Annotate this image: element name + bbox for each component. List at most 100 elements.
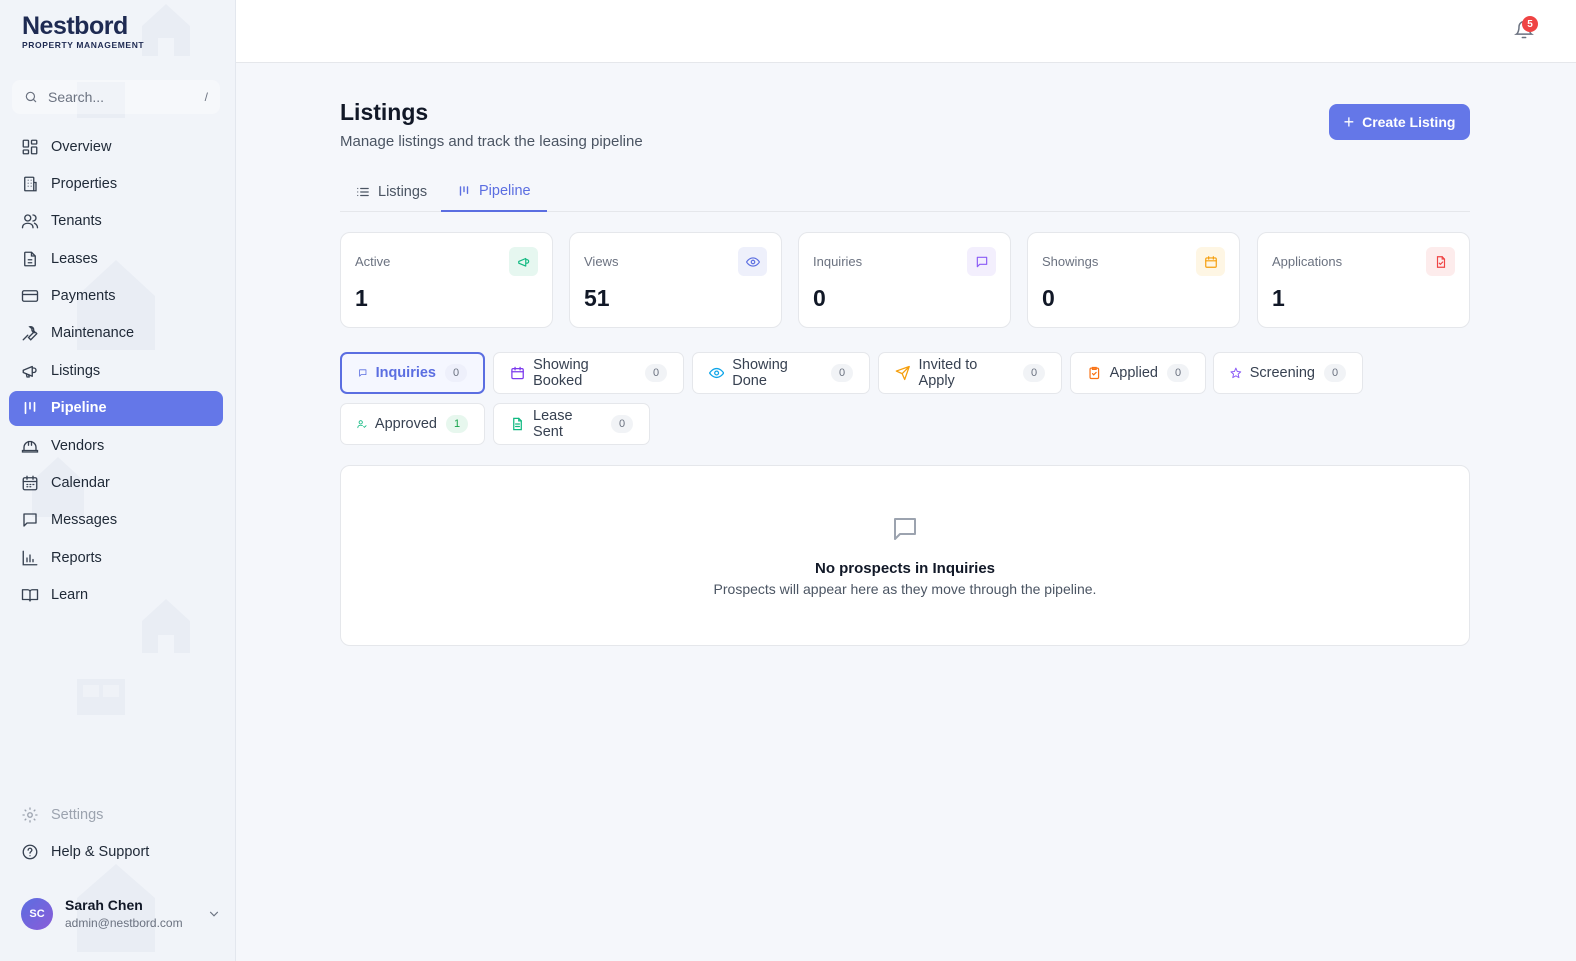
tab-listings[interactable]: Listings bbox=[340, 171, 443, 212]
file-text-icon bbox=[513, 417, 522, 431]
sidebar-item-label: Payments bbox=[51, 288, 116, 305]
tab-label: Pipeline bbox=[479, 182, 531, 199]
sidebar-item-label: Maintenance bbox=[51, 325, 135, 342]
stage-count: 1 bbox=[446, 415, 468, 433]
sidebar-item-properties[interactable]: Properties bbox=[9, 166, 223, 201]
book-icon bbox=[21, 589, 39, 602]
sidebar-item-listings[interactable]: Listings bbox=[9, 353, 223, 388]
stage-count: 0 bbox=[831, 364, 853, 382]
kanban-icon bbox=[24, 402, 36, 415]
stage-chip-screening[interactable]: Screening 0 bbox=[1213, 352, 1363, 394]
top-bar: 5 bbox=[236, 0, 1576, 63]
stat-card-views: Views 51 bbox=[569, 232, 782, 328]
plus-icon: + bbox=[1343, 112, 1355, 132]
sidebar-item-label: Listings bbox=[51, 362, 101, 379]
message-icon bbox=[359, 369, 367, 377]
sidebar-item-reports[interactable]: Reports bbox=[9, 540, 223, 575]
sidebar-item-help[interactable]: Help & Support bbox=[9, 834, 223, 869]
file-icon bbox=[1426, 247, 1455, 276]
send-icon bbox=[895, 365, 910, 381]
chevron-down-icon[interactable] bbox=[207, 907, 221, 921]
help-circle-icon bbox=[22, 844, 38, 860]
tab-label: Listings bbox=[378, 183, 428, 200]
stat-label: Showings bbox=[1042, 254, 1099, 269]
stage-count: 0 bbox=[645, 364, 667, 382]
sidebar-item-label: Tenants bbox=[51, 213, 102, 230]
stage-label: Applied bbox=[1109, 365, 1158, 381]
users-icon bbox=[21, 214, 39, 229]
avatar: SC bbox=[21, 897, 53, 930]
grid-icon bbox=[22, 139, 38, 154]
view-tabs: Listings Pipeline bbox=[340, 171, 1470, 212]
sidebar-item-payments[interactable]: Payments bbox=[9, 279, 223, 314]
stat-card-applications: Applications 1 bbox=[1257, 232, 1470, 328]
eye-icon bbox=[738, 247, 767, 276]
sidebar-item-maintenance[interactable]: Maintenance bbox=[9, 316, 223, 351]
empty-state-title: No prospects in Inquiries bbox=[814, 560, 996, 577]
stage-label: Showing Booked bbox=[533, 357, 589, 389]
sidebar-item-messages[interactable]: Messages bbox=[9, 503, 223, 538]
eye-icon bbox=[709, 367, 725, 379]
user-menu[interactable]: SC Sarah Chen admin@nestbord.com bbox=[21, 897, 221, 930]
search-icon bbox=[25, 91, 37, 103]
sidebar-item-vendors[interactable]: Vendors bbox=[9, 428, 223, 463]
stat-value: 0 bbox=[813, 285, 826, 311]
sidebar-item-pipeline[interactable]: Pipeline bbox=[9, 390, 223, 426]
stage-chip-showing-booked[interactable]: Showing Booked 0 bbox=[493, 352, 684, 394]
bar-chart-icon bbox=[22, 550, 38, 566]
stat-label: Active bbox=[355, 254, 391, 269]
sidebar-item-label: Help & Support bbox=[51, 843, 150, 860]
calendar-icon bbox=[22, 475, 38, 491]
building-icon bbox=[24, 176, 37, 192]
empty-state-subtitle: Prospects will appear here as they move … bbox=[713, 581, 1097, 597]
search-input[interactable]: Search... / bbox=[12, 80, 220, 114]
sidebar-item-label: Reports bbox=[51, 549, 102, 566]
sidebar-item-tenants[interactable]: Tenants bbox=[9, 204, 223, 239]
stage-chip-inquiries[interactable]: Inquiries 0 bbox=[340, 352, 485, 394]
sidebar-item-label: Learn bbox=[51, 587, 89, 604]
stage-count: 0 bbox=[445, 364, 467, 382]
stage-count: 0 bbox=[611, 415, 633, 433]
kanban-icon bbox=[459, 185, 469, 196]
stat-label: Applications bbox=[1272, 254, 1343, 269]
stat-value: 51 bbox=[584, 285, 610, 311]
page-subtitle: Manage listings and track the leasing pi… bbox=[340, 133, 643, 150]
user-check-icon bbox=[357, 420, 367, 429]
brand-logo[interactable]: Nestbord PROPERTY MANAGEMENT bbox=[22, 13, 144, 50]
sidebar-item-settings[interactable]: Settings bbox=[9, 797, 223, 832]
sidebar-item-learn[interactable]: Learn bbox=[9, 578, 223, 613]
clipboard-check-icon bbox=[1089, 366, 1100, 380]
tab-pipeline[interactable]: Pipeline bbox=[441, 171, 547, 212]
brand-tagline: PROPERTY MANAGEMENT bbox=[22, 40, 145, 50]
sidebar-item-label: Settings bbox=[51, 806, 104, 823]
list-icon bbox=[357, 187, 369, 196]
stat-card-active: Active 1 bbox=[340, 232, 553, 328]
sidebar-item-label: Messages bbox=[51, 512, 118, 529]
megaphone-icon bbox=[509, 247, 538, 276]
sidebar-item-calendar[interactable]: Calendar bbox=[9, 466, 223, 501]
user-email: admin@nestbord.com bbox=[65, 916, 183, 930]
wrench-icon bbox=[22, 326, 38, 342]
window-watermark-icon bbox=[77, 679, 125, 715]
sidebar-item-label: Calendar bbox=[51, 475, 110, 492]
stage-chip-approved[interactable]: Approved 1 bbox=[340, 403, 485, 445]
stage-count: 0 bbox=[1167, 364, 1189, 382]
stage-chip-showing-done[interactable]: Showing Done 0 bbox=[692, 352, 870, 394]
stage-label: Invited to Apply bbox=[918, 357, 978, 389]
house-watermark-icon bbox=[142, 4, 190, 56]
stage-chip-invited-to-apply[interactable]: Invited to Apply 0 bbox=[878, 352, 1062, 394]
sidebar-item-overview[interactable]: Overview bbox=[9, 129, 223, 164]
user-info: Sarah Chen admin@nestbord.com bbox=[65, 897, 207, 930]
credit-card-icon bbox=[21, 290, 39, 302]
sidebar-item-label: Vendors bbox=[51, 437, 105, 454]
stage-chip-lease-sent[interactable]: Lease Sent 0 bbox=[493, 403, 650, 445]
sidebar-nav: Overview Properties Tenants Leases Payme… bbox=[9, 129, 223, 615]
stat-value: 1 bbox=[1272, 285, 1285, 311]
stats-row: Active 1 Views 51 Inquiries 0 Showings 0 bbox=[340, 232, 1470, 328]
search-placeholder: Search... bbox=[48, 89, 105, 105]
sidebar-item-label: Overview bbox=[51, 138, 112, 155]
create-listing-button[interactable]: + Create Listing bbox=[1329, 104, 1470, 140]
stage-chip-applied[interactable]: Applied 0 bbox=[1070, 352, 1206, 394]
message-icon bbox=[967, 247, 996, 276]
sidebar-item-leases[interactable]: Leases bbox=[9, 241, 223, 276]
